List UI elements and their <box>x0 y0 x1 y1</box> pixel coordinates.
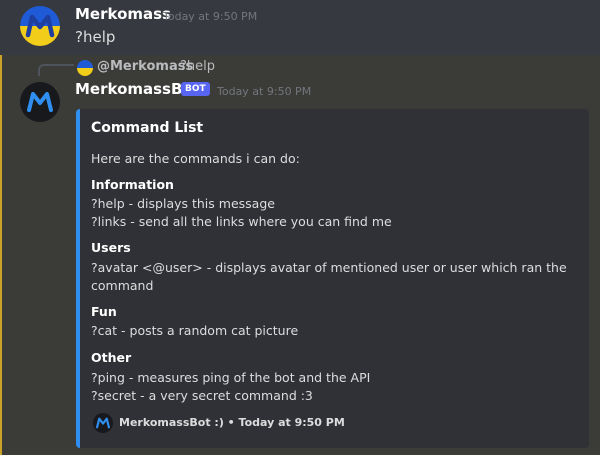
field-line: ?cat - posts a random cat picture <box>91 323 299 338</box>
field-line: ?links - send all the links where you ca… <box>91 214 392 229</box>
merkomassbot-avatar-icon[interactable] <box>20 82 60 122</box>
bot-timestamp: Today at 9:50 PM <box>217 85 312 98</box>
timestamp: Today at 9:50 PM <box>163 10 258 23</box>
field-name-fun: Fun <box>91 304 117 319</box>
reply-username[interactable]: @Merkomass <box>97 59 193 74</box>
message-merkomass: Merkomass Today at 9:50 PM ?help <box>0 0 600 55</box>
bot-badge: BOT <box>181 82 210 96</box>
command-list-embed: Command List Here are the commands i can… <box>76 109 589 448</box>
field-line: ?secret - a very secret command :3 <box>91 388 313 403</box>
field-name-other: Other <box>91 350 132 365</box>
mention-highlight-bar <box>0 55 2 455</box>
field-line: ?avatar <@user> - displays avatar of men… <box>91 260 567 275</box>
reply-avatar-icon[interactable] <box>77 60 93 76</box>
field-name-information: Information <box>91 177 174 192</box>
field-line: ?help - displays this message <box>91 196 275 211</box>
field-line: command <box>91 278 154 293</box>
embed-title: Command List <box>91 120 204 136</box>
merkomass-avatar-icon[interactable] <box>20 6 60 46</box>
embed-description: Here are the commands i can do: <box>91 151 300 166</box>
embed-footer: MerkomassBot :) • Today at 9:50 PM <box>119 416 345 429</box>
reply-preview[interactable]: ?help <box>180 59 215 74</box>
field-name-users: Users <box>91 240 131 255</box>
footer-bot-icon <box>93 413 113 433</box>
message-content: ?help <box>75 28 116 46</box>
username[interactable]: Merkomass <box>75 5 171 23</box>
field-line: ?ping - measures ping of the bot and the… <box>91 370 371 385</box>
reply-spine <box>38 64 74 76</box>
